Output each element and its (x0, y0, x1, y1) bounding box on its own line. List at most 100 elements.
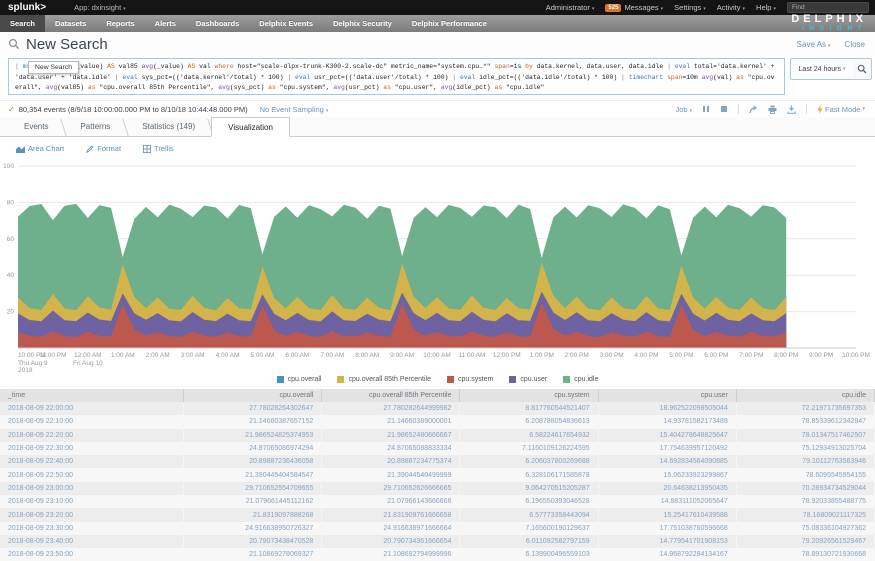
tab-events[interactable]: Events (8, 117, 64, 136)
tab-statistics-149[interactable]: Statistics (149) (126, 117, 211, 136)
print-button[interactable] (768, 105, 777, 114)
search-query-input[interactable]: | mstats perc95(_value) AS val85 avg(_va… (8, 58, 785, 95)
value-cell[interactable]: 78.01347517462507 (736, 429, 874, 442)
time-cell[interactable]: 2018-08-09 22:40:00 (0, 455, 184, 468)
time-cell[interactable]: 2018-08-09 23:10:00 (0, 495, 184, 508)
time-cell[interactable]: 2018-08-09 23:50:00 (0, 548, 184, 561)
legend-item-cpu-overall-85th-percentile[interactable]: cpu.overall 85th Percentile (337, 376, 431, 383)
value-cell[interactable]: 15.404278648825647 (598, 429, 736, 442)
value-cell[interactable]: 78.6095545954155 (736, 468, 874, 481)
nav-item-alerts[interactable]: Alerts (145, 15, 186, 32)
messages-menu[interactable]: 525 Messages (605, 3, 663, 12)
value-cell[interactable]: 7.165600190129637 (460, 522, 598, 535)
nav-item-delphix-events[interactable]: Delphix Events (249, 15, 323, 32)
time-cell[interactable]: 2018-08-09 22:30:00 (0, 442, 184, 455)
pause-button[interactable] (702, 105, 710, 113)
value-cell[interactable]: 17.754639957120492 (598, 442, 736, 455)
value-cell[interactable]: 24.87065086974294 (184, 442, 322, 455)
job-menu[interactable]: Job (675, 105, 692, 114)
value-cell[interactable]: 78.89130721930668 (736, 548, 874, 561)
value-cell[interactable]: 6.58224617654932 (460, 429, 598, 442)
value-cell[interactable]: 20.790734361666654 (322, 535, 460, 548)
value-cell[interactable]: 20.89887236436058 (184, 455, 322, 468)
value-cell[interactable]: 15.25417610439588 (598, 508, 736, 521)
time-cell[interactable]: 2018-08-09 23:00:00 (0, 482, 184, 495)
chart-type-picker[interactable]: Area Chart (16, 144, 64, 153)
value-cell[interactable]: 14.93781582173489 (598, 415, 736, 428)
value-cell[interactable]: 29.710652554709655 (184, 482, 322, 495)
value-cell[interactable]: 14.968792284134167 (598, 548, 736, 561)
column-header-cpu-system[interactable]: cpu.system (460, 389, 598, 402)
nav-item-datasets[interactable]: Datasets (45, 15, 96, 32)
value-cell[interactable]: 79.10112763563946 (736, 455, 874, 468)
time-cell[interactable]: 2018-08-09 22:50:00 (0, 468, 184, 481)
value-cell[interactable]: 27.78028264302647 (184, 402, 322, 415)
value-cell[interactable]: 21.8319097888268 (184, 508, 322, 521)
time-cell[interactable]: 2018-08-09 22:00:00 (0, 402, 184, 415)
value-cell[interactable]: 20.79073438470528 (184, 535, 322, 548)
value-cell[interactable]: 14.692834564090885 (598, 455, 736, 468)
value-cell[interactable]: 21.079661445112162 (184, 495, 322, 508)
value-cell[interactable]: 21.831909761666658 (322, 508, 460, 521)
nav-item-search[interactable]: Search (0, 15, 45, 32)
help-menu[interactable]: Help (756, 3, 776, 12)
column-header-cpu-overall-85th-percentile[interactable]: cpu.overall 85th Percentile (322, 389, 460, 402)
time-cell[interactable]: 2018-08-09 22:10:00 (0, 415, 184, 428)
value-cell[interactable]: 6.196550393046528 (460, 495, 598, 508)
share-button[interactable] (749, 105, 758, 114)
value-cell[interactable]: 14.883111052065647 (598, 495, 736, 508)
value-cell[interactable]: 21.07966143666666 (322, 495, 460, 508)
value-cell[interactable]: 6.328106171585878 (460, 468, 598, 481)
time-range-picker[interactable]: Last 24 hours (790, 58, 854, 80)
value-cell[interactable]: 6.57773358443094 (460, 508, 598, 521)
settings-menu[interactable]: Settings (674, 3, 706, 12)
legend-item-cpu-overall[interactable]: cpu.overall (277, 376, 322, 383)
save-as-button[interactable]: Save As (797, 40, 831, 49)
column-header-cpu-user[interactable]: cpu.user (598, 389, 736, 402)
value-cell[interactable]: 7.1160109126224595 (460, 442, 598, 455)
legend-item-cpu-idle[interactable]: cpu.idle (563, 376, 598, 383)
search-submit-button[interactable] (853, 58, 872, 80)
value-cell[interactable]: 21.98652480666667 (322, 429, 460, 442)
value-cell[interactable]: 6.011092582797159 (460, 535, 598, 548)
tab-patterns[interactable]: Patterns (64, 117, 126, 136)
value-cell[interactable]: 6.206037800269688 (460, 455, 598, 468)
nav-item-delphix-security[interactable]: Delphix Security (323, 15, 402, 32)
value-cell[interactable]: 21.390445404584547 (184, 468, 322, 481)
value-cell[interactable]: 27.780282644999982 (322, 402, 460, 415)
value-cell[interactable]: 79.20926561529467 (736, 535, 874, 548)
cpu-area-chart[interactable]: 2040608010010:00 PMThu Aug 9201811:00 PM… (0, 160, 875, 374)
value-cell[interactable]: 21.39044540499999 (322, 468, 460, 481)
value-cell[interactable]: 15.06233923299867 (598, 468, 736, 481)
value-cell[interactable]: 78.16809021117325 (736, 508, 874, 521)
value-cell[interactable]: 75.12934913025704 (736, 442, 874, 455)
value-cell[interactable]: 21.10869278069327 (184, 548, 322, 561)
activity-menu[interactable]: Activity (717, 3, 745, 12)
value-cell[interactable]: 8.817760544521407 (460, 402, 598, 415)
value-cell[interactable]: 21.986524825374953 (184, 429, 322, 442)
time-cell[interactable]: 2018-08-09 22:20:00 (0, 429, 184, 442)
nav-item-dashboards[interactable]: Dashboards (186, 15, 249, 32)
legend-item-cpu-user[interactable]: cpu.user (509, 376, 547, 383)
search-mode-selector[interactable]: Fast Mode (817, 105, 865, 114)
value-cell[interactable]: 17.751038760596668 (598, 522, 736, 535)
value-cell[interactable]: 21.14660389000001 (322, 415, 460, 428)
trellis-button[interactable]: Trellis (143, 144, 174, 153)
user-menu[interactable]: Administrator (546, 3, 595, 12)
time-cell[interactable]: 2018-08-09 23:40:00 (0, 535, 184, 548)
value-cell[interactable]: 24.916638971666664 (322, 522, 460, 535)
close-button[interactable]: Close (845, 40, 865, 49)
value-cell[interactable]: 18.962522098505044 (598, 402, 736, 415)
value-cell[interactable]: 21.14660387657152 (184, 415, 322, 428)
column-header-cpu-idle[interactable]: cpu.idle (736, 389, 874, 402)
time-cell[interactable]: 2018-08-09 23:30:00 (0, 522, 184, 535)
time-cell[interactable]: 2018-08-09 23:20:00 (0, 508, 184, 521)
value-cell[interactable]: 72.21971735697353 (736, 402, 874, 415)
export-button[interactable] (787, 105, 796, 114)
value-cell[interactable]: 14.779541701908153 (598, 535, 736, 548)
value-cell[interactable]: 78.92033855488775 (736, 495, 874, 508)
app-menu[interactable]: App: dxinsight (74, 3, 126, 12)
value-cell[interactable]: 29.710652626666665 (322, 482, 460, 495)
column-header-cpu-overall[interactable]: cpu.overall (184, 389, 322, 402)
value-cell[interactable]: 20.89887234775374 (322, 455, 460, 468)
